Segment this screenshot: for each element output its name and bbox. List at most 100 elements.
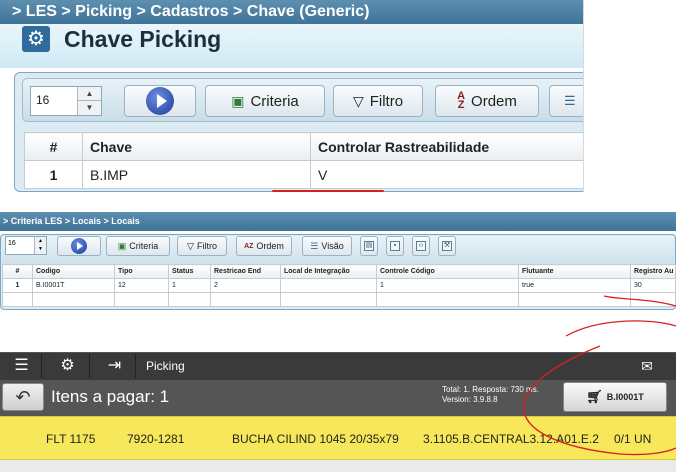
filtro-button[interactable]: ▽ Filtro [333,85,423,117]
run-button[interactable] [124,85,196,117]
page-size-stepper[interactable]: 16 ▲ ▼ [30,86,102,116]
list-icon: ☰ [310,240,319,251]
funnel-icon: ▽ [352,92,364,109]
cart-icon: 🛒︎ [586,389,603,404]
col-header-registro[interactable]: Registro Au [630,264,676,279]
chat-icon: ✉ [641,358,653,374]
list-item[interactable]: FLT 1175 7920-1281 BUCHA CILIND 1045 20/… [0,416,676,460]
run-button[interactable] [57,236,101,256]
chave-picking-panel: > LES > Picking > Cadastros > Chave (Gen… [0,0,584,192]
stepper-down-icon[interactable]: ▼ [78,101,101,115]
cell-codigo: B.I0001T [32,278,115,293]
wrench-icon: ⚒ [442,241,452,251]
table-row-empty [2,292,676,307]
filtro-label: Filtro [369,92,404,110]
menu-button[interactable]: ☰ [2,354,42,378]
stepper-up-icon[interactable]: ▲ [35,237,46,245]
item-quantity: 0/1 UN [614,432,652,446]
ordem-label: Ordem [471,92,517,110]
col-header-controle-codigo[interactable]: Controle Código [376,264,519,279]
criteria-button[interactable]: ▣ Criteria [205,85,325,117]
funnel-icon: ▽ [187,240,194,251]
tools-button[interactable]: ⚒ [438,236,456,256]
page-title: Chave Picking [64,26,222,52]
col-header-status[interactable]: Status [168,264,211,279]
play-icon [71,238,87,254]
stepper-down-icon[interactable]: ▼ [35,245,46,253]
export-button[interactable]: ▤ [360,236,378,256]
undo-icon: ↶ [15,387,31,407]
cell-rastreabilidade: V [310,160,583,189]
page-size-stepper[interactable]: 16 ▲ ▼ [5,236,47,255]
criteria-label: Criteria [250,92,299,110]
visao-button[interactable]: ☰ [549,85,583,117]
cell-registro: 30 [630,278,676,293]
item-description: BUCHA CILIND 1045 20/35x79 [232,432,399,446]
cart-label: B.I0001T [606,392,644,402]
filtro-button[interactable]: ▽ Filtro [177,236,227,256]
sort-az-icon: AZ [457,90,466,111]
ordem-label: Ordem [256,241,284,251]
locais-table: # Codigo Tipo Status Restricao End Local… [2,264,676,307]
ordem-button[interactable]: AZ Ordem [236,236,292,256]
col-header-local-integracao[interactable]: Local de Integração [280,264,377,279]
exit-icon: ⇥ [107,357,122,374]
criteria-icon: ▣ [117,240,127,251]
item-location: 3.1105.B.CENTRAL3.12.A01.E.2 [423,432,599,446]
menu-icon: ☰ [14,357,29,374]
gear-icon: ⚙ [22,26,50,52]
app-title: Picking [146,359,185,373]
chave-table: # Chave Controlar Rastreabilidade 1 B.IM… [24,132,583,189]
list-icon: ☰ [564,93,576,108]
chat-button[interactable]: ✉ [636,356,658,376]
settings-button[interactable]: ⚙ [46,354,90,378]
spreadsheet-icon: ▤ [364,241,374,251]
stats-total: Total: 1. Resposta: 730 ms. [442,385,539,394]
table-row[interactable]: 1 B.IMP V [24,160,583,189]
list-background [0,460,676,472]
row-index: 1 [2,278,33,293]
criteria-icon: ▣ [231,92,245,109]
breadcrumb: > Criteria LES > Locais > Locais [0,212,676,231]
item-col1: FLT 1175 [46,432,96,446]
code-icon: ‹› [416,241,426,251]
visao-button[interactable]: ☰ Visão [302,236,352,256]
breadcrumb: > LES > Picking > Cadastros > Chave (Gen… [0,0,583,24]
cell-flutuante: true [518,278,631,293]
page-size-value: 16 [8,240,16,247]
criteria-button[interactable]: ▣ Criteria [106,236,170,256]
col-header-index[interactable]: # [24,132,83,161]
stepper-up-icon[interactable]: ▲ [78,87,101,101]
col-header-chave[interactable]: Chave [82,132,311,161]
back-button[interactable]: ↶ [2,383,44,411]
logout-button[interactable]: ⇥ [94,354,136,378]
visao-label: Visão [321,241,344,251]
cell-controle-codigo: 1 [376,278,519,293]
cell-restricao: 2 [210,278,281,293]
cart-button[interactable]: 🛒︎ B.I0001T [563,382,667,412]
criteria-label: Criteria [129,241,159,251]
cell-chave: B.IMP [82,160,311,189]
items-to-pick: Itens a pagar: 1 [51,387,170,406]
stats: Total: 1. Resposta: 730 ms. Version: 3.9… [442,385,539,405]
item-code: 7920-1281 [127,432,185,446]
red-annotation-underline [272,190,384,192]
col-header-rastreabilidade[interactable]: Controlar Rastreabilidade [310,132,583,161]
ordem-button[interactable]: AZ Ordem [435,85,539,117]
col-header-codigo[interactable]: Codigo [32,264,115,279]
code-button[interactable]: ‹› [412,236,430,256]
cell-status: 1 [168,278,211,293]
cell-local-integracao [280,278,377,293]
col-header-restricao[interactable]: Restricao End [210,264,281,279]
col-header-tipo[interactable]: Tipo [114,264,169,279]
col-header-index[interactable]: # [2,264,33,279]
locais-panel: > Criteria LES > Locais > Locais 16 ▲ ▼ … [0,212,676,310]
row-index: 1 [24,160,83,189]
col-header-flutuante[interactable]: Flutuante [518,264,631,279]
table-row[interactable]: 1 B.I0001T 12 1 2 1 true 30 [2,278,676,293]
gear-icon: ⚙ [60,357,75,374]
save-button[interactable]: ▪ [386,236,404,256]
cell-tipo: 12 [114,278,169,293]
picking-mobile-panel: ☰ ⚙ ⇥ Picking ✉ ↶ Itens a pagar: 1 Total… [0,352,676,472]
stats-version: Version: 3.9.8.8 [442,395,498,404]
